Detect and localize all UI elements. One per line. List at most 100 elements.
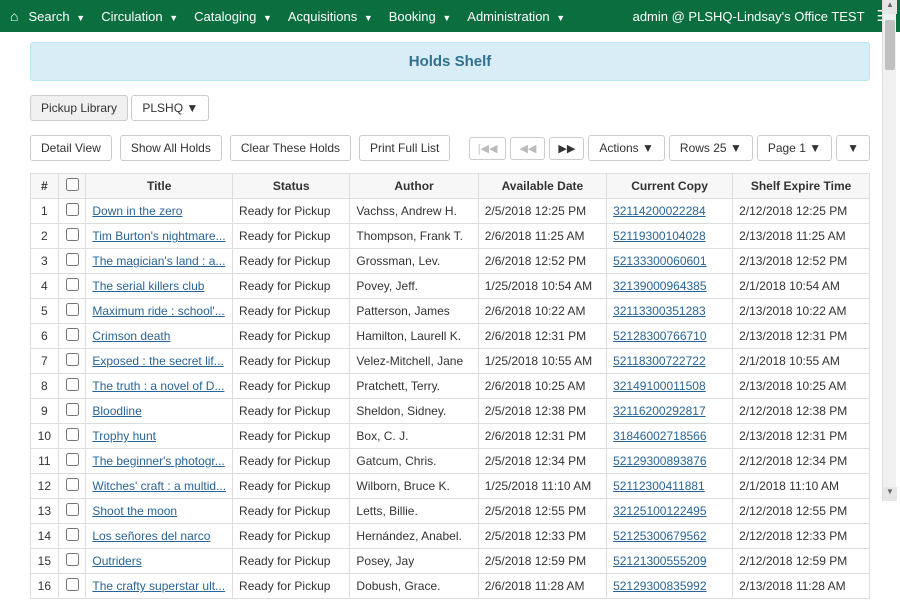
row-checkbox[interactable] bbox=[66, 253, 79, 266]
status-cell: Ready for Pickup bbox=[233, 374, 350, 399]
row-checkbox[interactable] bbox=[66, 503, 79, 516]
row-checkbox[interactable] bbox=[66, 403, 79, 416]
copy-link[interactable]: 32113300351283 bbox=[613, 304, 706, 318]
col-available-date[interactable]: Available Date bbox=[478, 174, 606, 199]
select-all-checkbox[interactable] bbox=[66, 178, 79, 191]
copy-link[interactable]: 32125100122495 bbox=[613, 504, 706, 518]
title-link[interactable]: Exposed : the secret lif... bbox=[92, 354, 223, 368]
pickup-library-select[interactable]: PLSHQ ▼ bbox=[131, 95, 209, 121]
table-row: 15OutridersReady for PickupPosey, Jay2/5… bbox=[31, 549, 870, 574]
copy-link[interactable]: 32139000964385 bbox=[613, 279, 706, 293]
expire-cell: 2/1/2018 11:10 AM bbox=[733, 474, 870, 499]
row-checkbox[interactable] bbox=[66, 228, 79, 241]
col-shelf-expire[interactable]: Shelf Expire Time bbox=[733, 174, 870, 199]
actions-dropdown[interactable]: Actions ▼ bbox=[588, 135, 665, 161]
title-link[interactable]: Bloodline bbox=[92, 404, 141, 418]
row-checkbox[interactable] bbox=[66, 528, 79, 541]
row-checkbox[interactable] bbox=[66, 478, 79, 491]
column-picker-button[interactable]: ▼ bbox=[836, 135, 870, 161]
col-select-all[interactable] bbox=[58, 174, 86, 199]
title-link[interactable]: Outriders bbox=[92, 554, 141, 568]
expire-cell: 2/13/2018 10:25 AM bbox=[733, 374, 870, 399]
detail-view-button[interactable]: Detail View bbox=[30, 135, 112, 161]
title-link[interactable]: Crimson death bbox=[92, 329, 170, 343]
copy-link[interactable]: 32116200292817 bbox=[613, 404, 706, 418]
status-cell: Ready for Pickup bbox=[233, 474, 350, 499]
col-title[interactable]: Title bbox=[86, 174, 233, 199]
page-dropdown[interactable]: Page 1 ▼ bbox=[757, 135, 832, 161]
prev-page-button[interactable]: ◀◀ bbox=[510, 137, 545, 160]
row-checkbox[interactable] bbox=[66, 553, 79, 566]
title-link[interactable]: Maximum ride : school'... bbox=[92, 304, 224, 318]
author-cell: Hernández, Anabel. bbox=[350, 524, 478, 549]
row-checkbox[interactable] bbox=[66, 578, 79, 591]
scroll-thumb[interactable] bbox=[885, 20, 895, 70]
scroll-up-arrow[interactable]: ▲ bbox=[883, 0, 897, 14]
chevron-down-icon: ▼ bbox=[186, 101, 198, 115]
row-number: 10 bbox=[31, 424, 59, 449]
status-cell: Ready for Pickup bbox=[233, 399, 350, 424]
holds-table: # Title Status Author Available Date Cur… bbox=[30, 173, 870, 599]
scroll-down-arrow[interactable]: ▼ bbox=[883, 487, 897, 501]
clear-holds-button[interactable]: Clear These Holds bbox=[230, 135, 351, 161]
copy-link[interactable]: 52121300555209 bbox=[613, 554, 706, 568]
copy-link[interactable]: 52129300893876 bbox=[613, 454, 706, 468]
title-link[interactable]: Down in the zero bbox=[92, 204, 182, 218]
title-link[interactable]: The serial killers club bbox=[92, 279, 204, 293]
first-page-button[interactable]: |◀◀ bbox=[469, 137, 507, 160]
row-number: 9 bbox=[31, 399, 59, 424]
row-checkbox[interactable] bbox=[66, 453, 79, 466]
pickup-library-value: PLSHQ bbox=[142, 101, 183, 115]
title-link[interactable]: The crafty superstar ult... bbox=[92, 579, 225, 593]
copy-link[interactable]: 31846002718566 bbox=[613, 429, 706, 443]
row-checkbox[interactable] bbox=[66, 203, 79, 216]
vertical-scrollbar[interactable]: ▲ ▼ bbox=[882, 0, 896, 501]
next-page-button[interactable]: ▶▶ bbox=[549, 137, 584, 160]
nav-administration[interactable]: Administration ▼ bbox=[467, 9, 565, 24]
title-link[interactable]: Witches' craft : a multid... bbox=[92, 479, 226, 493]
nav-acquisitions[interactable]: Acquisitions ▼ bbox=[288, 9, 373, 24]
title-link[interactable]: Trophy hunt bbox=[92, 429, 156, 443]
copy-link[interactable]: 52128300766710 bbox=[613, 329, 706, 343]
copy-link[interactable]: 32149100011508 bbox=[613, 379, 706, 393]
nav-cataloging[interactable]: Cataloging ▼ bbox=[194, 9, 272, 24]
copy-link[interactable]: 52112300411881 bbox=[613, 479, 705, 493]
chevron-down-icon: ▼ bbox=[364, 13, 373, 23]
copy-link[interactable]: 52129300835992 bbox=[613, 579, 706, 593]
copy-link[interactable]: 32114200022284 bbox=[613, 204, 706, 218]
show-all-holds-button[interactable]: Show All Holds bbox=[120, 135, 222, 161]
title-link[interactable]: Tim Burton's nightmare... bbox=[92, 229, 225, 243]
nav-search[interactable]: Search ▼ bbox=[28, 9, 85, 24]
title-link[interactable]: Los señores del narco bbox=[92, 529, 210, 543]
col-current-copy[interactable]: Current Copy bbox=[607, 174, 733, 199]
col-num[interactable]: # bbox=[31, 174, 59, 199]
home-icon[interactable]: ⌂ bbox=[10, 8, 18, 24]
copy-link[interactable]: 52125300679562 bbox=[613, 529, 706, 543]
author-cell: Letts, Billie. bbox=[350, 499, 478, 524]
row-checkbox[interactable] bbox=[66, 278, 79, 291]
row-checkbox[interactable] bbox=[66, 303, 79, 316]
row-checkbox[interactable] bbox=[66, 428, 79, 441]
row-number: 8 bbox=[31, 374, 59, 399]
rows-dropdown[interactable]: Rows 25 ▼ bbox=[669, 135, 753, 161]
print-full-list-button[interactable]: Print Full List bbox=[359, 135, 450, 161]
copy-link[interactable]: 52133300060601 bbox=[613, 254, 706, 268]
expire-cell: 2/13/2018 11:25 AM bbox=[733, 224, 870, 249]
col-author[interactable]: Author bbox=[350, 174, 478, 199]
available-date-cell: 2/5/2018 12:34 PM bbox=[478, 449, 606, 474]
copy-link[interactable]: 52118300722722 bbox=[613, 354, 706, 368]
author-cell: Velez-Mitchell, Jane bbox=[350, 349, 478, 374]
title-link[interactable]: Shoot the moon bbox=[92, 504, 177, 518]
nav-circulation[interactable]: Circulation ▼ bbox=[101, 9, 178, 24]
col-status[interactable]: Status bbox=[233, 174, 350, 199]
title-link[interactable]: The magician's land : a... bbox=[92, 254, 225, 268]
nav-booking[interactable]: Booking ▼ bbox=[389, 9, 452, 24]
row-checkbox[interactable] bbox=[66, 353, 79, 366]
row-checkbox[interactable] bbox=[66, 378, 79, 391]
table-row: 4The serial killers clubReady for Pickup… bbox=[31, 274, 870, 299]
title-link[interactable]: The truth : a novel of D... bbox=[92, 379, 224, 393]
title-link[interactable]: The beginner's photogr... bbox=[92, 454, 224, 468]
copy-link[interactable]: 52119300104028 bbox=[613, 229, 706, 243]
row-checkbox[interactable] bbox=[66, 328, 79, 341]
available-date-cell: 2/6/2018 12:31 PM bbox=[478, 424, 606, 449]
